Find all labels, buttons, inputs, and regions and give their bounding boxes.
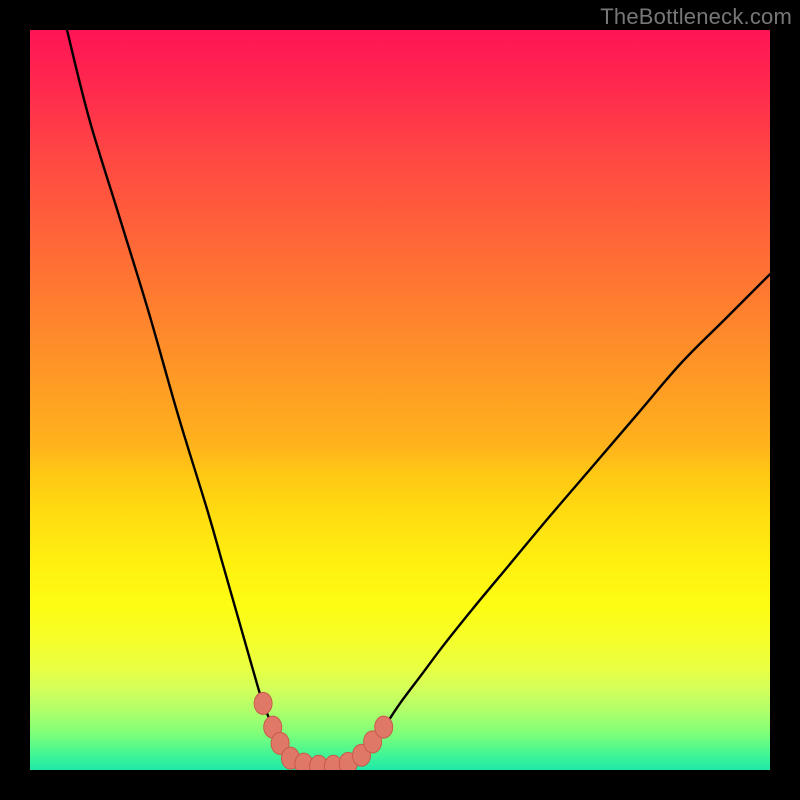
- data-marker: [375, 716, 393, 738]
- plot-area: [30, 30, 770, 770]
- data-marker: [254, 692, 272, 714]
- chart-svg: [30, 30, 770, 770]
- watermark-text: TheBottleneck.com: [600, 4, 792, 30]
- outer-frame: TheBottleneck.com: [0, 0, 800, 800]
- marker-group: [254, 692, 393, 770]
- curve-left: [67, 30, 296, 761]
- curve-right: [356, 274, 770, 761]
